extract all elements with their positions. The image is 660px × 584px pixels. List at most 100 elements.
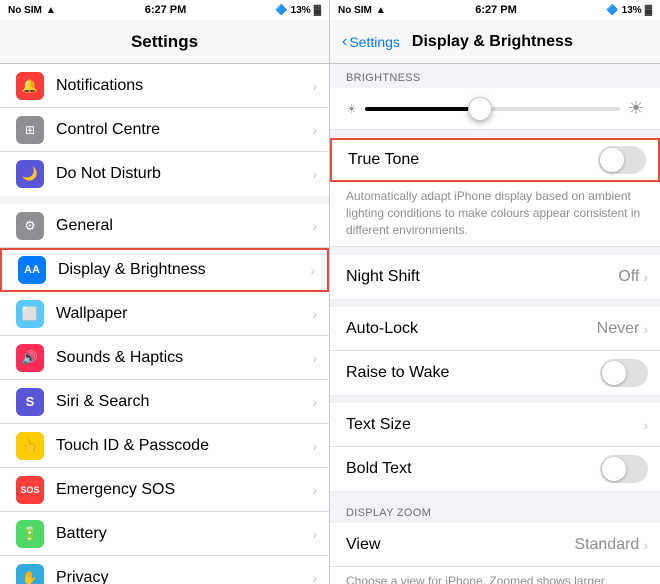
settings-row-siri-search[interactable]: S Siri & Search ›	[0, 380, 329, 424]
left-divider-1	[0, 196, 329, 204]
touch-id-chevron: ›	[312, 438, 317, 454]
wallpaper-icon: ⬜	[16, 300, 44, 328]
right-content: BRIGHTNESS ☀ ☀ True Tone Automatically a…	[330, 64, 660, 584]
auto-lock-value: Never	[597, 320, 640, 338]
privacy-icon: ✋	[16, 564, 44, 584]
general-chevron: ›	[312, 218, 317, 234]
bold-text-row[interactable]: Bold Text	[330, 447, 660, 491]
brightness-low-icon: ☀	[346, 102, 357, 116]
divider-3	[330, 299, 660, 307]
night-shift-chevron: ›	[643, 269, 648, 285]
back-label: Settings	[349, 34, 400, 50]
do-not-disturb-chevron: ›	[312, 166, 317, 182]
control-centre-icon: ⊞	[16, 116, 44, 144]
left-nav-title: Settings	[131, 32, 198, 52]
settings-row-battery[interactable]: 🔋 Battery ›	[0, 512, 329, 556]
text-size-row[interactable]: Text Size ›	[330, 403, 660, 447]
settings-row-display-brightness[interactable]: AA Display & Brightness ›	[0, 248, 329, 292]
emergency-sos-chevron: ›	[312, 482, 317, 498]
display-brightness-label: Display & Brightness	[58, 261, 310, 279]
left-battery-icon: ▓	[314, 5, 321, 16]
left-status-right: 🔷 13% ▓	[275, 5, 321, 16]
night-shift-group: Night Shift Off ›	[330, 255, 660, 299]
display-zoom-header: DISPLAY ZOOM	[330, 499, 660, 523]
settings-row-wallpaper[interactable]: ⬜ Wallpaper ›	[0, 292, 329, 336]
display-brightness-icon: AA	[18, 256, 46, 284]
left-group-1: 🔔 Notifications › ⊞ Control Centre › 🌙 D…	[0, 64, 329, 196]
left-status-left: No SIM ▲	[8, 5, 56, 16]
right-wifi-icon: ▲	[376, 5, 386, 16]
siri-search-chevron: ›	[312, 394, 317, 410]
battery-chevron: ›	[312, 526, 317, 542]
text-size-label: Text Size	[346, 416, 643, 434]
view-label: View	[346, 536, 574, 554]
brightness-slider-fill	[365, 107, 480, 111]
right-battery-icon: ▓	[645, 5, 652, 16]
left-status-bar: No SIM ▲ 6:27 PM 🔷 13% ▓	[0, 0, 329, 20]
brightness-slider-track[interactable]	[365, 107, 620, 111]
divider-4	[330, 395, 660, 403]
right-battery-label: 13%	[622, 5, 642, 16]
control-centre-label: Control Centre	[56, 121, 312, 139]
general-label: General	[56, 217, 312, 235]
battery-icon: 🔋	[16, 520, 44, 548]
siri-search-label: Siri & Search	[56, 393, 312, 411]
brightness-section-header: BRIGHTNESS	[330, 64, 660, 88]
battery-label: Battery	[56, 525, 312, 543]
left-wifi-icon: ▲	[46, 5, 56, 16]
raise-to-wake-label: Raise to Wake	[346, 364, 600, 382]
divider-2	[330, 247, 660, 255]
true-tone-label: True Tone	[348, 151, 598, 169]
display-zoom-description: Choose a view for iPhone. Zoomed shows l…	[330, 567, 660, 584]
display-zoom-group: View Standard › Choose a view for iPhone…	[330, 523, 660, 584]
brightness-slider-thumb[interactable]	[468, 97, 492, 121]
raise-to-wake-toggle[interactable]	[600, 359, 648, 387]
bold-text-label: Bold Text	[346, 460, 600, 478]
brightness-group: ☀ ☀	[330, 88, 660, 130]
right-carrier: No SIM	[338, 5, 372, 16]
right-time: 6:27 PM	[475, 4, 517, 16]
night-shift-value: Off	[618, 268, 639, 286]
left-group-2: ⚙ General › AA Display & Brightness › ⬜ …	[0, 204, 329, 584]
left-time: 6:27 PM	[145, 4, 187, 16]
view-row[interactable]: View Standard ›	[330, 523, 660, 567]
left-nav-bar: Settings	[0, 20, 329, 64]
raise-to-wake-row[interactable]: Raise to Wake	[330, 351, 660, 395]
privacy-chevron: ›	[312, 570, 317, 584]
sounds-haptics-chevron: ›	[312, 350, 317, 366]
settings-row-notifications[interactable]: 🔔 Notifications ›	[0, 64, 329, 108]
right-bluetooth-icon: 🔷	[606, 5, 618, 16]
left-settings-list: 🔔 Notifications › ⊞ Control Centre › 🌙 D…	[0, 64, 329, 584]
do-not-disturb-icon: 🌙	[16, 160, 44, 188]
privacy-label: Privacy	[56, 569, 312, 584]
night-shift-row[interactable]: Night Shift Off ›	[330, 255, 660, 299]
true-tone-toggle[interactable]	[598, 146, 646, 174]
bold-text-toggle[interactable]	[600, 455, 648, 483]
settings-row-sounds-haptics[interactable]: 🔊 Sounds & Haptics ›	[0, 336, 329, 380]
general-icon: ⚙	[16, 212, 44, 240]
settings-row-control-centre[interactable]: ⊞ Control Centre ›	[0, 108, 329, 152]
brightness-high-icon: ☀	[628, 98, 644, 119]
view-chevron: ›	[643, 537, 648, 553]
left-panel: No SIM ▲ 6:27 PM 🔷 13% ▓ Settings 🔔 Noti…	[0, 0, 330, 584]
text-size-chevron: ›	[643, 417, 648, 433]
brightness-slider-row: ☀ ☀	[330, 88, 660, 130]
view-value: Standard	[574, 536, 639, 554]
settings-row-privacy[interactable]: ✋ Privacy ›	[0, 556, 329, 584]
true-tone-row[interactable]: True Tone	[330, 138, 660, 182]
text-size-group: Text Size › Bold Text	[330, 403, 660, 491]
settings-row-general[interactable]: ⚙ General ›	[0, 204, 329, 248]
emergency-sos-label: Emergency SOS	[56, 481, 312, 499]
auto-lock-row[interactable]: Auto-Lock Never ›	[330, 307, 660, 351]
settings-row-emergency-sos[interactable]: SOS Emergency SOS ›	[0, 468, 329, 512]
settings-row-do-not-disturb[interactable]: 🌙 Do Not Disturb ›	[0, 152, 329, 196]
sounds-haptics-label: Sounds & Haptics	[56, 349, 312, 367]
do-not-disturb-label: Do Not Disturb	[56, 165, 312, 183]
left-bluetooth-icon: 🔷	[275, 5, 287, 16]
true-tone-description: Automatically adapt iPhone display based…	[330, 182, 660, 247]
auto-lock-group: Auto-Lock Never › Raise to Wake	[330, 307, 660, 395]
right-status-right: 🔷 13% ▓	[606, 5, 652, 16]
back-button[interactable]: ‹ Settings	[342, 33, 400, 51]
settings-row-touch-id[interactable]: 👆 Touch ID & Passcode ›	[0, 424, 329, 468]
left-battery-label: 13%	[291, 5, 311, 16]
